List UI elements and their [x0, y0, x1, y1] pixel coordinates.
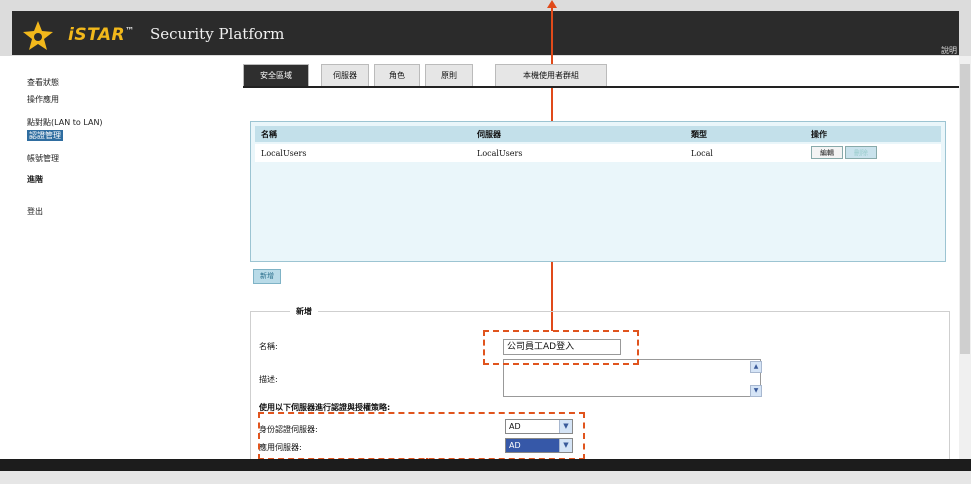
page-scrollbar[interactable] [959, 56, 971, 459]
footer-strip [0, 471, 971, 484]
annotation-box-servers [258, 412, 585, 460]
delete-button[interactable]: 刪除 [845, 146, 877, 159]
sidebar-item-lan-to-lan[interactable]: 點對點(LAN to LAN) [27, 117, 103, 128]
col-actions: 操作 [811, 130, 827, 139]
app-header: iSTAR™ Security Platform 說明 [0, 0, 971, 56]
security-zone-table: 名稱 伺服器 類型 操作 LocalUsers LocalUsers Local… [250, 121, 946, 262]
annotation-box-name [483, 330, 639, 365]
add-button[interactable]: 新增 [253, 269, 281, 284]
star-logo-icon [23, 21, 53, 50]
sidebar-item-auth[interactable]: 認證管理 [27, 130, 63, 141]
name-label: 名稱: [259, 342, 278, 351]
form-legend: 新增 [290, 306, 318, 317]
cell-name: LocalUsers [261, 149, 307, 158]
scroll-down-icon[interactable]: ▼ [750, 385, 762, 397]
tab-roles[interactable]: 角色 [374, 64, 420, 86]
sidebar-item-accounts[interactable]: 帳號管理 [27, 153, 59, 164]
tab-local-user-groups[interactable]: 本機使用者群組 [495, 64, 607, 86]
edit-button[interactable]: 編輯 [811, 146, 843, 159]
table-row: LocalUsers LocalUsers Local 編輯 刪除 [255, 144, 941, 162]
col-name: 名稱 [261, 130, 277, 139]
col-server: 伺服器 [477, 130, 501, 139]
tab-bar: 安全區域 伺服器 角色 原則 本機使用者群組 [243, 64, 959, 88]
scroll-up-icon[interactable]: ▲ [750, 361, 762, 373]
tab-security-zone[interactable]: 安全區域 [243, 64, 309, 86]
sidebar-item-advanced[interactable]: 進階 [27, 174, 43, 185]
scrollbar-thumb[interactable] [960, 64, 970, 354]
logo-text: iSTAR™ [68, 25, 135, 45]
tab-servers[interactable]: 伺服器 [321, 64, 369, 86]
footer-bar [0, 459, 971, 471]
platform-title: Security Platform [150, 25, 285, 43]
help-link[interactable]: 說明 [941, 45, 957, 56]
tab-policies[interactable]: 原則 [425, 64, 473, 86]
sidebar-item-logout[interactable]: 登出 [27, 206, 43, 217]
description-label: 描述: [259, 375, 278, 384]
sidebar-item-apps[interactable]: 操作應用 [27, 94, 59, 105]
col-type: 類型 [691, 130, 707, 139]
sidebar: 查看狀態 操作應用 點對點(LAN to LAN) 認證管理 帳號管理 進階 登… [12, 56, 232, 459]
cell-server: LocalUsers [477, 149, 523, 158]
table-header: 名稱 伺服器 類型 操作 [255, 126, 941, 142]
sidebar-item-status[interactable]: 查看狀態 [27, 77, 59, 88]
cell-type: Local [691, 149, 713, 158]
